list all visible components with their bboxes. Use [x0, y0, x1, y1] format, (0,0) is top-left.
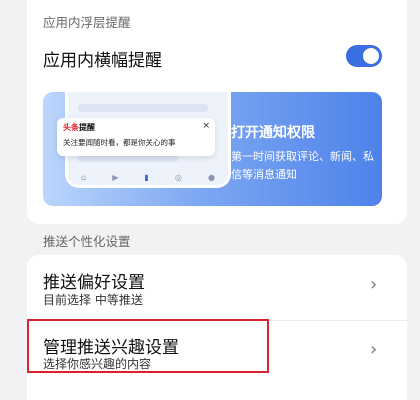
push-preference-subtitle: 目前选择 中等推送 [43, 293, 143, 307]
home-icon: ⌂ [81, 172, 87, 182]
banner-description: 第一时间获取评论、新闻、私信等消息通知 [231, 150, 374, 181]
video-icon: ▶ [112, 172, 119, 182]
notification-body: 关注要闻随时看，都是你关心的事 [63, 138, 176, 147]
phone-dock: ⌂ ▶ ▮ ◎ ● [68, 169, 228, 185]
profile-icon: ● [207, 172, 215, 182]
highlight-box [27, 319, 269, 373]
section-title-floating-reminder: 应用内浮层提醒 [43, 15, 131, 30]
toggle-knob [363, 48, 379, 64]
active-tab-icon: ▮ [144, 172, 149, 182]
notification-app-name: 头条提醒 [63, 123, 95, 132]
enable-notification-banner[interactable]: ⌂ ▶ ▮ ◎ ● 头条提醒 关注要闻随时看，都是你关心的事 × 打开通知权限 … [43, 92, 382, 206]
phone-content-placeholder [78, 104, 208, 112]
section-title-push-personalization: 推送个性化设置 [43, 234, 131, 249]
banner-reminder-label: 应用内横幅提醒 [43, 51, 162, 71]
sample-notification: 头条提醒 关注要闻随时看，都是你关心的事 × [57, 118, 215, 156]
close-icon: × [202, 121, 210, 131]
push-preference-title: 推送偏好设置 [43, 273, 145, 293]
banner-title: 打开通知权限 [231, 125, 315, 141]
chevron-right-icon: › [370, 339, 378, 360]
banner-reminder-toggle[interactable] [346, 45, 382, 67]
chevron-right-icon: › [370, 274, 378, 295]
search-icon: ◎ [174, 172, 182, 182]
